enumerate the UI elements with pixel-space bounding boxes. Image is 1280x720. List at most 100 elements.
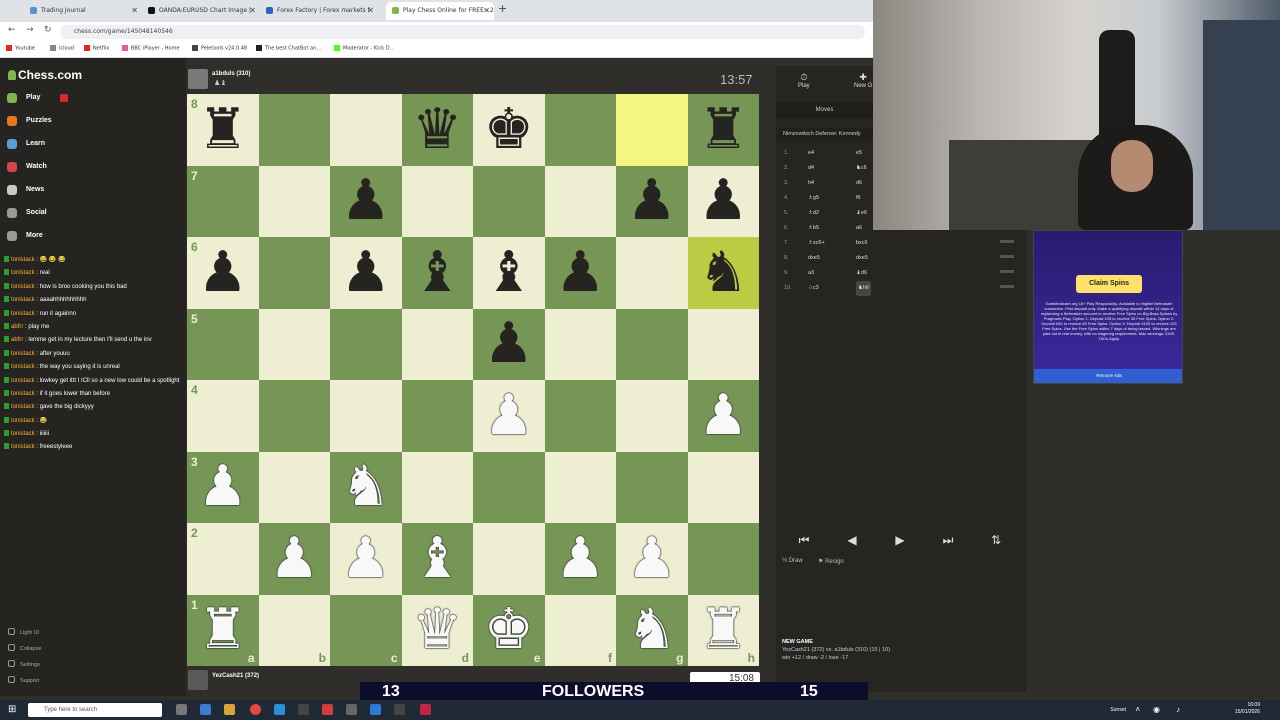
bookmark[interactable]: BBC iPlayer - Home (122, 45, 180, 52)
board-square[interactable]: 4 (187, 380, 259, 452)
white-pawn-piece[interactable]: ♟ (341, 530, 391, 587)
board-square[interactable]: g ♞ (616, 594, 688, 666)
chat-username[interactable]: tonistack (11, 270, 35, 276)
settings-link[interactable]: Settings (8, 660, 40, 668)
white-move[interactable]: ♘c3 (808, 281, 819, 296)
board-square[interactable] (330, 380, 402, 452)
sidebar-item-social[interactable]: Social (0, 203, 80, 223)
chat-username[interactable]: tonistack (11, 418, 35, 424)
black-pawn-piece[interactable]: ♟ (484, 316, 534, 372)
task-view-icon[interactable] (176, 704, 187, 715)
board-square[interactable]: ♟ (616, 165, 688, 237)
black-pawn-piece[interactable]: ♟ (627, 173, 677, 229)
reload-icon[interactable]: ↻ (44, 25, 52, 35)
white-rook-piece[interactable]: ♜ (198, 602, 248, 658)
black-move[interactable]: dxe5 (856, 251, 868, 266)
black-move[interactable]: ♞c6 (856, 161, 867, 176)
chat-username[interactable]: tonistack (11, 284, 35, 290)
chrome-icon[interactable] (250, 704, 261, 715)
board-square[interactable]: ♟ (473, 380, 545, 452)
bookmark[interactable]: icloud (50, 45, 74, 52)
black-move[interactable]: a6 (856, 221, 862, 236)
white-pawn-piece[interactable]: ♟ (198, 459, 248, 515)
board-square[interactable] (401, 380, 473, 452)
board-square[interactable] (616, 94, 688, 166)
white-knight-piece[interactable]: ♞ (627, 602, 677, 658)
black-pawn-piece[interactable]: ♟ (341, 173, 391, 229)
board-square[interactable] (687, 451, 759, 523)
white-pawn-piece[interactable]: ♟ (627, 530, 677, 587)
weather-label[interactable]: Sunset (1110, 707, 1126, 713)
board-square[interactable] (544, 451, 616, 523)
bookmark[interactable]: Youtube (6, 45, 35, 52)
board-square[interactable]: ♟ (330, 237, 402, 309)
board-square[interactable]: 1 a ♜ (187, 594, 259, 666)
app-icon[interactable] (322, 704, 333, 715)
close-icon[interactable]: ✕ (367, 2, 374, 20)
white-move[interactable]: d4 (808, 161, 814, 176)
board-square[interactable]: 6 ♟ (187, 237, 259, 309)
board-square[interactable]: 2 (187, 523, 259, 595)
white-queen-piece[interactable]: ♛ (412, 602, 462, 658)
black-move[interactable]: ♝d6 (856, 266, 867, 281)
browser-tab[interactable]: OANDA:EURUSD Chart Image | ✕ (142, 2, 260, 20)
chesscom-logo[interactable]: Chess.com (8, 68, 82, 82)
board-square[interactable]: ♝ (473, 237, 545, 309)
tab-play[interactable]: ⏱ Play (798, 72, 810, 89)
black-move[interactable]: d6 (856, 176, 862, 191)
white-move[interactable]: e4 (808, 146, 814, 161)
board-square[interactable] (687, 523, 759, 595)
board-square[interactable] (401, 451, 473, 523)
sidebar-item-learn[interactable]: Learn (0, 134, 80, 154)
board-square[interactable] (544, 94, 616, 166)
board-square[interactable] (258, 308, 330, 380)
next-move-button[interactable]: ▶ (882, 532, 918, 548)
white-king-piece[interactable]: ♚ (484, 602, 534, 658)
casino-ad[interactable]: Claim Spins GambleAware.org 18+ Play Res… (1033, 230, 1183, 384)
black-knight-piece[interactable]: ♞ (698, 244, 748, 301)
chat-username[interactable]: tonistack (11, 391, 35, 397)
board-square[interactable] (258, 451, 330, 523)
white-move[interactable]: ♗g5 (808, 191, 819, 206)
board-square[interactable] (258, 237, 330, 309)
board-square[interactable] (544, 380, 616, 452)
board-square[interactable]: ♟ (330, 523, 402, 595)
board-square[interactable] (687, 308, 759, 380)
white-pawn-piece[interactable]: ♟ (698, 387, 748, 444)
flip-board-button[interactable]: ⇅ (978, 532, 1014, 548)
board-square[interactable] (544, 165, 616, 237)
white-move[interactable]: ♗b5 (808, 221, 819, 236)
close-icon[interactable]: ✕ (483, 2, 490, 20)
board-square[interactable]: b (258, 594, 330, 666)
black-bishop-piece[interactable]: ♝ (484, 244, 534, 301)
black-queen-piece[interactable]: ♛ (412, 101, 462, 158)
last-move-button[interactable]: ⏭ (930, 532, 966, 548)
browser-tab-active[interactable]: Play Chess Online for FREE - 2 ✕ (386, 2, 494, 20)
board-square[interactable]: ♟ (687, 380, 759, 452)
draw-button[interactable]: ½ Draw (782, 558, 803, 564)
board-square[interactable]: ♛ (401, 94, 473, 166)
white-rook-piece[interactable]: ♜ (698, 602, 748, 658)
sidebar-item-more[interactable]: More (0, 226, 80, 246)
remove-ads-button[interactable]: Remove Ads (1034, 369, 1182, 383)
sidebar-item-play[interactable]: Play (0, 88, 80, 108)
clock[interactable]: 16:09 15/01/2026 (1235, 702, 1260, 716)
app-icon[interactable] (370, 704, 381, 715)
back-icon[interactable]: ← (8, 25, 16, 35)
board-square[interactable] (544, 308, 616, 380)
board-square[interactable] (401, 308, 473, 380)
black-rook-piece[interactable]: ♜ (198, 101, 248, 158)
white-knight-piece[interactable]: ♞ (341, 459, 391, 515)
board-square[interactable] (258, 94, 330, 166)
board-square[interactable]: h ♜ (687, 594, 759, 666)
forward-icon[interactable]: → (26, 25, 34, 35)
board-square[interactable]: ♟ (616, 523, 688, 595)
board-square[interactable] (616, 451, 688, 523)
board-square[interactable] (330, 94, 402, 166)
bookmark[interactable]: The best ChatBot an... (256, 45, 321, 52)
board-square[interactable] (473, 523, 545, 595)
white-move[interactable]: ♗xc6+ (808, 236, 825, 251)
black-bishop-piece[interactable]: ♝ (412, 244, 462, 301)
app-icon[interactable] (394, 704, 405, 715)
board-square[interactable]: ♞ (330, 451, 402, 523)
